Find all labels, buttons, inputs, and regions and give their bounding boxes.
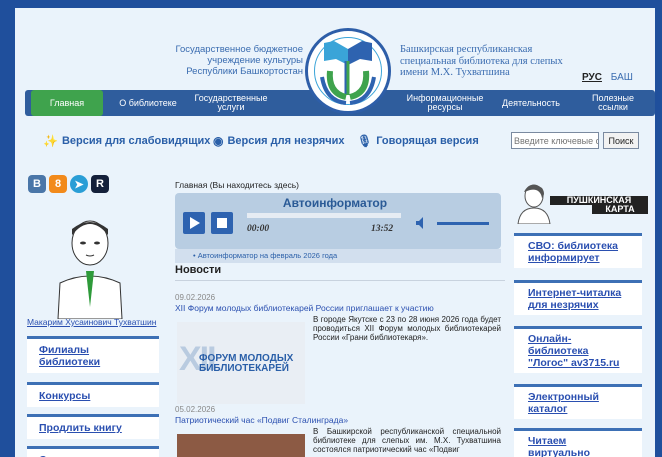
- volume-slider[interactable]: [437, 222, 489, 225]
- news-date: 05.02.2026: [175, 405, 216, 414]
- renew-book-link[interactable]: Продлить книгу: [27, 414, 159, 439]
- pushkin-banner-text: ПУШКИНСКАЯ КАРТА: [550, 196, 648, 214]
- audio-player: Автоинформатор 00:00 13:52: [175, 193, 501, 249]
- library-logo[interactable]: [305, 28, 391, 114]
- portrait-image[interactable]: [48, 211, 132, 319]
- blind-label: Версия для незрячих: [227, 135, 345, 147]
- nav-item-links[interactable]: Полезные ссылки: [581, 90, 645, 116]
- news-heading: Новости: [175, 264, 222, 276]
- current-time: 00:00: [247, 224, 270, 234]
- org-line: учреждение культуры: [207, 55, 303, 66]
- bullet-icon: •: [193, 251, 196, 260]
- playlist-item-label: Автоинформатор на февраль 2026 года: [197, 251, 338, 260]
- rutube-icon[interactable]: R: [91, 175, 109, 193]
- contests-link[interactable]: Конкурсы: [27, 382, 159, 407]
- play-icon: [190, 217, 200, 229]
- stop-icon: [217, 218, 227, 228]
- magic-wand-icon: ✨: [43, 134, 58, 148]
- org-line: специальная библиотека для слепых: [400, 55, 563, 67]
- org-line: Башкирская республиканская: [400, 44, 533, 55]
- pushkin-card-banner[interactable]: ПУШКИНСКАЯ КАРТА: [512, 180, 650, 224]
- playlist-item[interactable]: • Автоинформатор на февраль 2026 года: [175, 249, 501, 263]
- low-vision-version-link[interactable]: ✨ Версия для слабовидящих: [43, 132, 210, 150]
- nav-item-activity[interactable]: Деятельность: [489, 90, 573, 116]
- search-input[interactable]: [511, 132, 599, 149]
- divider: [175, 280, 505, 281]
- odnoklassniki-icon[interactable]: 8: [49, 175, 67, 193]
- language-switch: РУС БАШ: [582, 72, 633, 83]
- logos-library-link[interactable]: Онлайн-библиотека "Логос" av3715.ru: [514, 326, 642, 373]
- read-virtually-link[interactable]: Читаем виртуально: [514, 428, 642, 457]
- book-hands-icon: [320, 41, 376, 105]
- org-line: Государственное бюджетное: [175, 44, 304, 55]
- electronic-catalog-link[interactable]: Электронный каталог: [514, 384, 642, 419]
- pushkin-portrait-icon: [517, 184, 551, 224]
- vk-icon[interactable]: B: [28, 175, 46, 193]
- eye-icon: ◉: [213, 134, 224, 148]
- voice-version-link[interactable]: 🎙 Говорящая версия: [357, 132, 479, 150]
- branches-link[interactable]: Филиалы библиотеки: [27, 336, 159, 373]
- search-button[interactable]: Поиск: [603, 132, 639, 149]
- news-text: В городе Якутске с 23 по 28 июня 2026 го…: [313, 315, 501, 342]
- news-image[interactable]: [177, 434, 305, 457]
- org-line: Республики Башкортостан: [186, 66, 303, 77]
- news-date: 09.02.2026: [175, 293, 216, 302]
- internet-reader-link[interactable]: Интернет-читалка для незрячих: [514, 280, 642, 315]
- svo-library-link[interactable]: СВО: библиотека информирует: [514, 233, 642, 268]
- nav-item-about[interactable]: О библиотеке: [109, 90, 187, 116]
- org-line: имени М.Х. Тухватшина: [400, 67, 510, 78]
- player-title: Автоинформатор: [282, 196, 388, 210]
- breadcrumb: Главная (Вы находитесь здесь): [175, 180, 299, 190]
- nav-item-home[interactable]: Главная: [31, 90, 103, 116]
- volume-icon[interactable]: [415, 216, 429, 230]
- blind-version-link[interactable]: ◉ Версия для незрячих: [213, 132, 345, 150]
- news-title[interactable]: Патриотический час «Подвиг Сталинграда»: [175, 415, 348, 425]
- portrait-caption[interactable]: Макарим Хусаинович Тухватшин: [27, 317, 156, 327]
- news-image-line: БИБЛИОТЕКАРЕЙ: [199, 363, 289, 374]
- lang-ru-link[interactable]: РУС: [582, 72, 602, 83]
- low-vision-label: Версия для слабовидящих: [61, 135, 211, 147]
- news-image[interactable]: XII ФОРУМ МОЛОДЫХ БИБЛИОТЕКАРЕЙ: [177, 322, 305, 404]
- news-text: В Башкирской республиканской специальной…: [313, 427, 501, 454]
- duration: 13:52: [371, 224, 394, 234]
- nav-item-resources[interactable]: Информационные ресурсы: [405, 90, 485, 116]
- telegram-icon[interactable]: ➤: [70, 175, 88, 193]
- org-name-right: Башкирская республиканская специальная б…: [400, 44, 580, 79]
- stop-button[interactable]: [211, 212, 233, 234]
- news-title[interactable]: XII Форум молодых библиотекарей России п…: [175, 303, 434, 313]
- banner-line: КАРТА: [592, 205, 648, 214]
- microphone-icon: 🎙: [357, 134, 373, 148]
- progress-bar[interactable]: [247, 213, 401, 218]
- page: Государственное бюджетное учреждение кул…: [15, 8, 655, 457]
- nav-item-services[interactable]: Государственные услуги: [193, 90, 269, 116]
- reference-link[interactable]: Справк...: [27, 446, 159, 457]
- org-name-left: Государственное бюджетное учреждение кул…: [105, 44, 304, 77]
- lang-ba-link[interactable]: БАШ: [611, 72, 633, 83]
- news-image-text: ФОРУМ МОЛОДЫХ БИБЛИОТЕКАРЕЙ: [199, 354, 293, 374]
- play-button[interactable]: [183, 212, 205, 234]
- voice-label: Говорящая версия: [376, 135, 479, 147]
